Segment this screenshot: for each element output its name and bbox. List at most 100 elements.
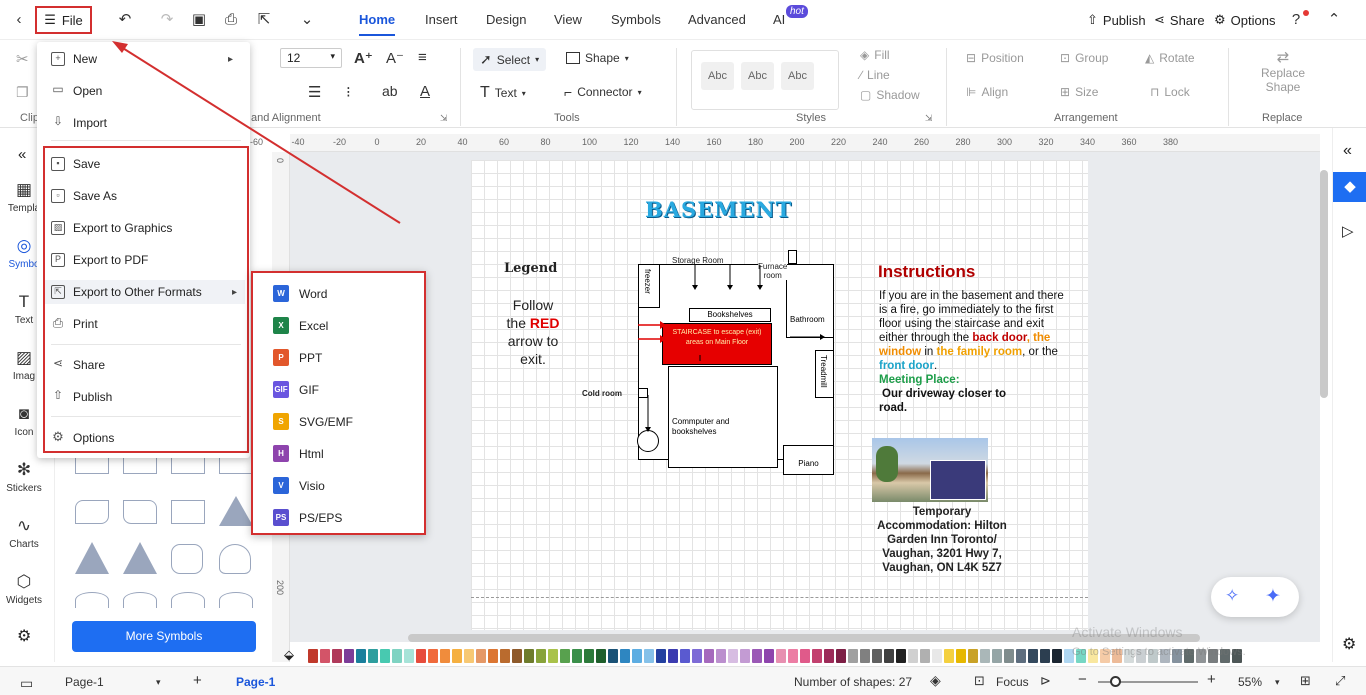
shape-tool-button[interactable]: Shape ▾ [566,51,629,65]
color-swatch[interactable] [968,649,978,663]
color-swatch[interactable] [476,649,486,663]
publish-button[interactable]: ⇧ Publish [1087,12,1146,28]
bullets-icon[interactable]: ⁝ [346,83,351,101]
share-button[interactable]: ⋖ Share [1154,12,1205,28]
add-page-icon[interactable]: + [193,672,202,689]
color-swatch[interactable] [944,649,954,663]
submenu-visio[interactable]: V Visio [273,477,325,494]
color-swatch[interactable] [920,649,930,663]
color-swatch[interactable] [656,649,666,663]
color-swatch[interactable] [800,649,810,663]
submenu-word[interactable]: W Word [273,285,327,302]
color-swatch[interactable] [608,649,618,663]
present-icon[interactable]: ▷ [1342,222,1354,240]
style-swatch-1[interactable]: Abc [701,62,734,90]
export-icon[interactable]: ⇱ [255,11,273,29]
color-swatch[interactable] [992,649,1002,663]
tab-home[interactable]: Home [359,12,396,36]
expand-right-panel-icon[interactable]: « [1343,142,1352,160]
color-swatch[interactable] [356,649,366,663]
options-button[interactable]: ⚙ Options [1214,12,1275,28]
shape-triangle[interactable] [219,496,253,526]
menu-import[interactable]: ⇩ Import [51,111,241,135]
format-paint-icon[interactable]: ◆ [1333,172,1366,202]
tab-insert[interactable]: Insert [425,12,458,27]
style-swatch-3[interactable]: Abc [781,62,814,90]
color-swatch[interactable] [776,649,786,663]
settings-gear-icon[interactable]: ⚙ [17,626,31,646]
shape-arc-2[interactable] [123,592,157,608]
position-button[interactable]: ⊟ Position [966,51,1024,65]
shape-arc-4[interactable] [219,592,253,608]
color-swatch[interactable] [500,649,510,663]
submenu-ppt[interactable]: P PPT [273,349,322,366]
color-swatch[interactable] [956,649,966,663]
legend-title[interactable]: Legend [504,261,557,276]
color-swatch[interactable] [416,649,426,663]
shape-octagon[interactable] [171,544,203,574]
color-swatch[interactable] [368,649,378,663]
color-swatch[interactable] [980,649,990,663]
shape-frame[interactable] [171,500,205,524]
more-symbols-button[interactable]: More Symbols [72,621,256,652]
color-swatch[interactable] [764,649,774,663]
tab-advanced[interactable]: Advanced [688,12,746,27]
color-swatch[interactable] [740,649,750,663]
color-swatch[interactable] [536,649,546,663]
color-swatch[interactable] [320,649,330,663]
color-swatch[interactable] [632,649,642,663]
tab-design[interactable]: Design [486,12,526,27]
align-button[interactable]: ⊫ Align [966,85,1008,99]
color-swatch[interactable] [848,649,858,663]
color-swatch[interactable] [644,649,654,663]
rotate-button[interactable]: ◭ Rotate [1145,51,1195,65]
color-swatch[interactable] [584,649,594,663]
color-swatch[interactable] [860,649,870,663]
color-swatch[interactable] [896,649,906,663]
color-swatch[interactable] [548,649,558,663]
legend-text[interactable]: Follow the RED arrow to exit. [500,296,566,368]
submenu-svg-emf[interactable]: S SVG/EMF [273,413,353,430]
page-select[interactable]: Page-1 [65,675,104,689]
zoom-in-icon[interactable]: + [1207,671,1216,688]
color-swatch[interactable] [344,649,354,663]
back-icon[interactable]: ‹ [10,11,28,29]
layers-icon[interactable]: ◈ [930,672,941,689]
rail-widgets[interactable]: ⬡ Widgets [0,572,48,606]
line-spacing-icon[interactable]: ☰ [308,83,321,101]
expand-group-icon[interactable]: ⇲ [440,113,448,124]
submenu-excel[interactable]: X Excel [273,317,328,334]
color-swatch[interactable] [524,649,534,663]
color-swatch[interactable] [752,649,762,663]
color-swatch[interactable] [512,649,522,663]
color-swatch[interactable] [620,649,630,663]
connector-tool-button[interactable]: ⌐ Connector ▾ [564,84,642,100]
chevron-down-icon[interactable]: ▾ [156,677,161,688]
color-swatch[interactable] [728,649,738,663]
redo-icon[interactable]: ↷ [158,11,176,29]
ai-magic-icon[interactable]: ✧ [1225,586,1239,606]
cold-room-label[interactable]: Cold room [582,389,622,398]
quick-access-dropdown-icon[interactable]: ⌄ [298,11,316,29]
color-swatch[interactable] [1028,649,1038,663]
color-swatch[interactable] [380,649,390,663]
fill-bucket-icon[interactable]: ⬙ [284,647,294,663]
decrease-font-icon[interactable]: A⁻ [386,49,404,67]
page-tab[interactable]: Page-1 [236,675,275,689]
color-swatch[interactable] [488,649,498,663]
play-icon[interactable]: ⊳ [1040,673,1051,689]
zoom-slider-thumb[interactable] [1110,676,1121,687]
submenu-gif[interactable]: GIF GIF [273,381,319,398]
replace-shape-button[interactable]: ⇄ Replace Shape [1255,48,1311,94]
color-swatch[interactable] [452,649,462,663]
increase-font-icon[interactable]: A⁺ [354,49,373,67]
color-swatch[interactable] [812,649,822,663]
submenu-ps-eps[interactable]: PS PS/EPS [273,509,342,526]
save-icon[interactable]: ▣ [190,11,208,29]
color-swatch[interactable] [596,649,606,663]
shape-arc[interactable] [75,592,109,608]
submenu-html[interactable]: H Html [273,445,324,462]
copy-icon[interactable]: ❐ [16,84,29,101]
color-swatch[interactable] [464,649,474,663]
color-swatch[interactable] [308,649,318,663]
